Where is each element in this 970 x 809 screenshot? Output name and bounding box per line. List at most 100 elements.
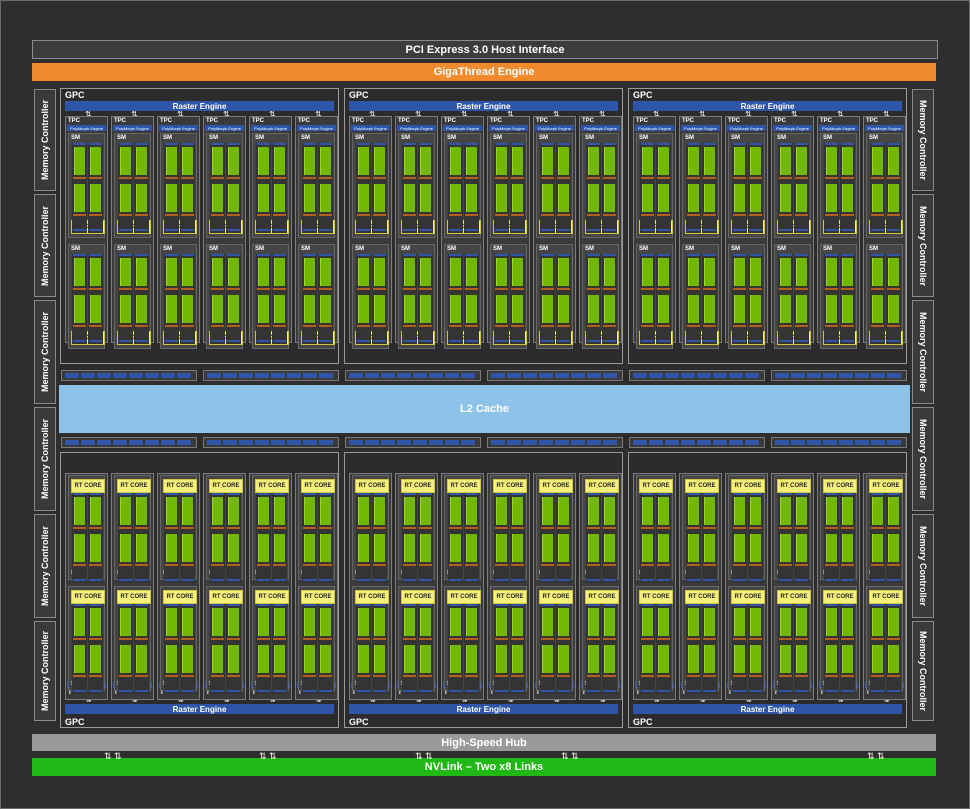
tensor-core-strip [273, 288, 286, 290]
cuda-core-block [320, 258, 331, 286]
l2-slice [381, 373, 395, 378]
l2-slice [507, 373, 521, 378]
tensor-core-strip [373, 638, 386, 640]
l2-slice [587, 440, 601, 445]
register-strip [419, 340, 432, 342]
l2-slice [97, 440, 111, 445]
register-strip [257, 604, 270, 606]
tensor-core-strip [449, 564, 462, 566]
register-strip [687, 143, 700, 145]
sm-block: SMRT CORE [114, 586, 151, 694]
cuda-core-column [702, 604, 717, 694]
memory-controller-label: Memory Controller [40, 205, 51, 286]
cuda-core-block [888, 184, 899, 212]
tensor-core-strip [165, 564, 178, 566]
l2-slice [113, 440, 127, 445]
tensor-core-strip [795, 638, 808, 640]
register-strip [557, 143, 570, 145]
tensor-core-strip [557, 564, 570, 566]
register-strip [825, 579, 838, 581]
register-strip [749, 493, 762, 495]
memory-controller-label: Memory Controller [918, 99, 929, 181]
gpc-label: GPC [65, 90, 85, 100]
cuda-core-column [656, 254, 671, 344]
cuda-core-block [450, 534, 461, 562]
tensor-core-strip [89, 214, 102, 216]
tpc-block: TPCPolyMorph Engine SMRT CORE SMRT CORE [863, 116, 906, 349]
tensor-core-strip [319, 288, 332, 290]
register-strip [73, 229, 86, 231]
register-strip [419, 690, 432, 692]
cuda-core-block [842, 147, 853, 175]
register-strip [319, 579, 332, 581]
register-strip [703, 690, 716, 692]
tensor-core-strip [511, 527, 524, 529]
register-strip [211, 143, 224, 145]
cuda-core-block [304, 184, 315, 212]
sm-core-area [445, 484, 480, 583]
cuda-core-block [842, 497, 853, 525]
cuda-core-block [182, 645, 193, 673]
register-strip [687, 493, 700, 495]
cuda-core-column [118, 604, 133, 694]
tensor-core-strip [165, 214, 178, 216]
sm-block: SMRT CORE [160, 586, 197, 694]
l2-slice [413, 373, 427, 378]
register-strip [303, 493, 316, 495]
cuda-core-column [134, 604, 149, 694]
polymorph-engine: PolyMorph Engine [351, 125, 390, 131]
cuda-core-block [734, 645, 745, 673]
register-strip [227, 340, 240, 342]
tensor-core-strip [749, 325, 762, 327]
memory-controller-left: Memory Controller [34, 89, 56, 191]
tensor-core-strip [319, 214, 332, 216]
cuda-core-block [796, 184, 807, 212]
tensor-core-strip [227, 675, 240, 677]
sm-block: SMRT CORE [398, 133, 435, 238]
tensor-core-strip [641, 527, 654, 529]
register-strip [733, 143, 746, 145]
tensor-core-strip [135, 638, 148, 640]
cuda-core-block [358, 645, 369, 673]
l2-slice [681, 373, 695, 378]
cuda-core-block [258, 147, 269, 175]
cuda-core-block [558, 295, 569, 323]
register-strip [541, 143, 554, 145]
register-strip [841, 579, 854, 581]
register-strip [373, 143, 386, 145]
cuda-core-column [356, 604, 371, 694]
cuda-core-column [510, 604, 525, 694]
register-strip [465, 254, 478, 256]
tensor-core-strip [887, 288, 900, 290]
register-strip [779, 604, 792, 606]
tensor-core-strip [357, 288, 370, 290]
cuda-core-block [872, 147, 883, 175]
register-strip [733, 690, 746, 692]
sm-block: SMRT CORE [444, 586, 481, 694]
register-strip [403, 143, 416, 145]
sm-label: SM [401, 246, 410, 252]
register-strip [657, 690, 670, 692]
l2-slice [571, 373, 585, 378]
register-strip [119, 493, 132, 495]
l2-slice [697, 440, 711, 445]
cuda-core-block [826, 608, 837, 636]
cuda-core-block [182, 258, 193, 286]
sm-core-area [491, 595, 526, 694]
register-strip [73, 493, 86, 495]
sm-block: SMRT CORE [774, 586, 811, 694]
cuda-core-block [274, 258, 285, 286]
register-strip [495, 143, 508, 145]
sm-core-area [161, 595, 196, 694]
register-strip [641, 340, 654, 342]
tpc-block: TPCPolyMorph Engine SMRT CORE SMRT CORE [249, 116, 292, 349]
cuda-core-block [780, 608, 791, 636]
register-strip [227, 254, 240, 256]
l2-slice [303, 373, 317, 378]
tensor-core-strip [165, 638, 178, 640]
l2-slice [823, 440, 837, 445]
tensor-core-strip [181, 527, 194, 529]
register-strip [319, 604, 332, 606]
register-strip [89, 143, 102, 145]
cuda-core-block [642, 608, 653, 636]
